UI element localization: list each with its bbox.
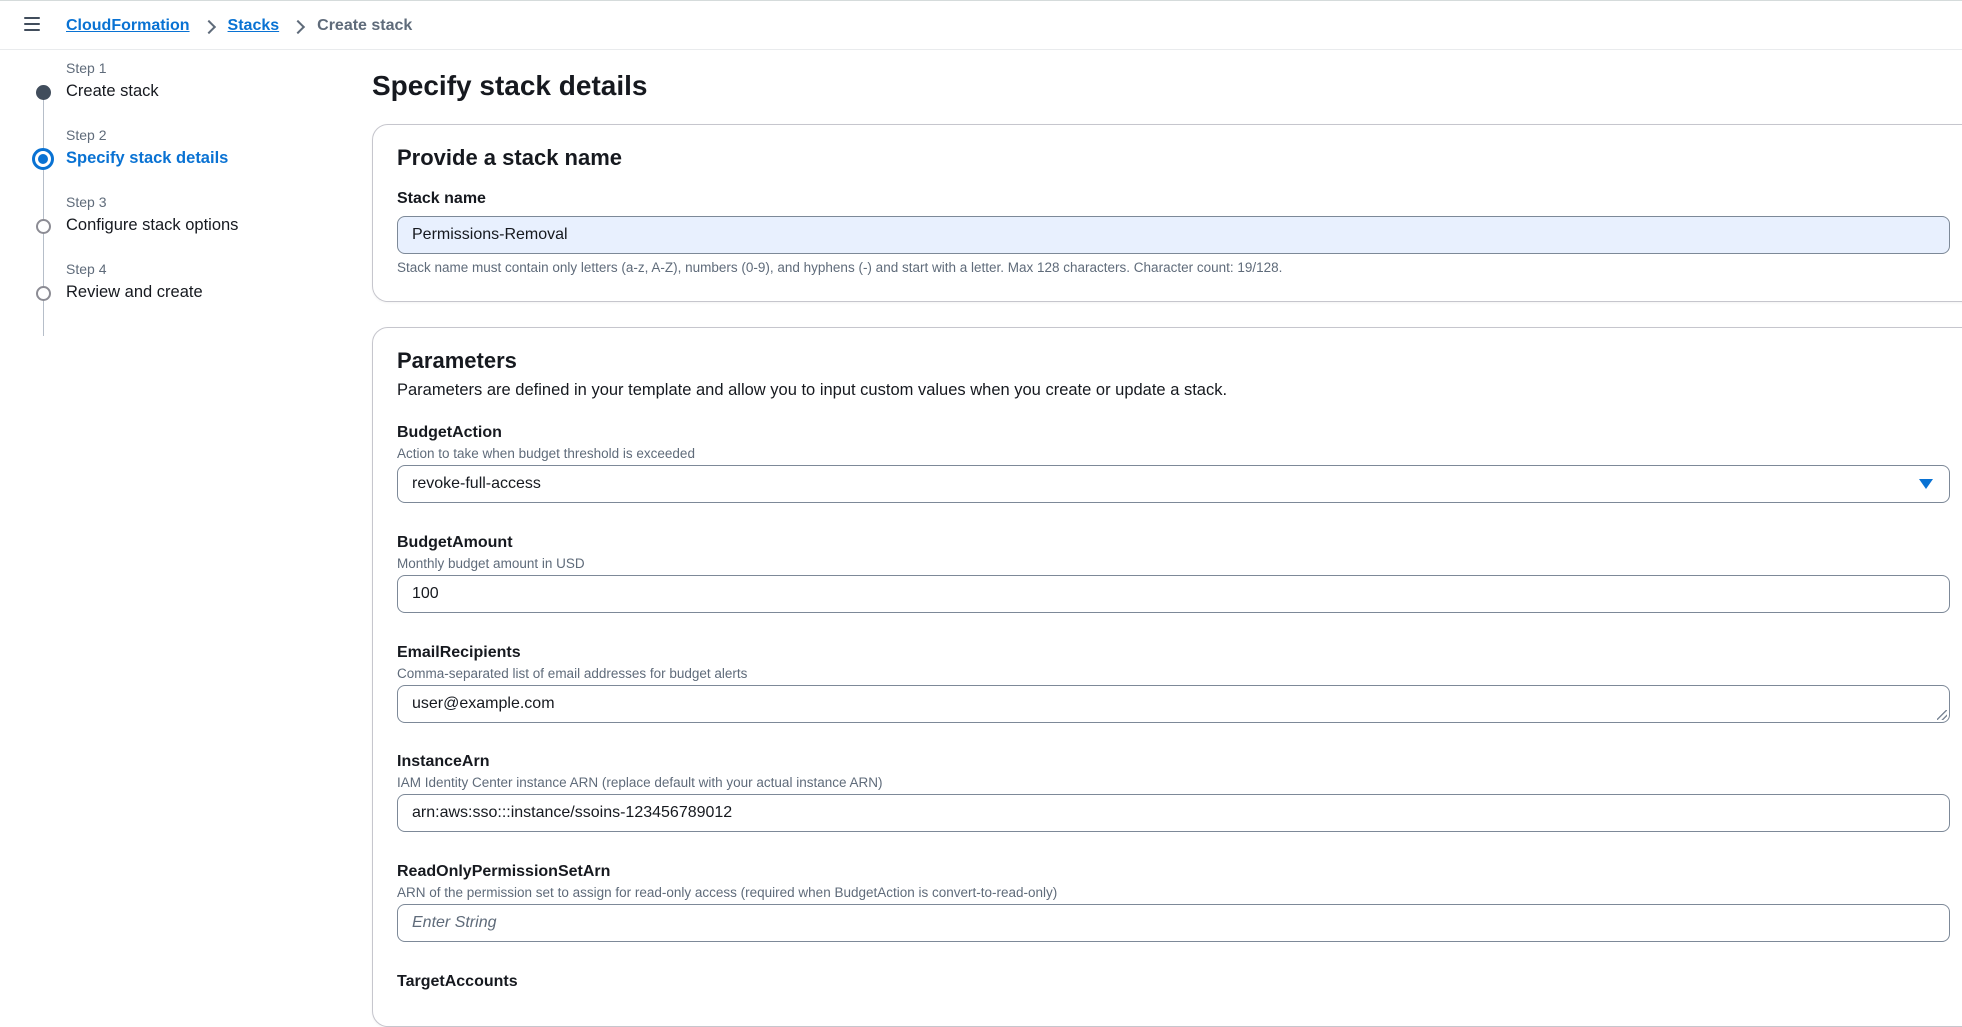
hamburger-menu-icon[interactable] — [22, 16, 44, 34]
step-complete-indicator — [36, 85, 51, 100]
email-recipients-description: Comma-separated list of email addresses … — [397, 666, 748, 681]
stack-name-input[interactable]: Permissions-Removal — [397, 216, 1950, 254]
target-accounts-label: TargetAccounts — [397, 973, 518, 990]
step-number: Step 4 — [66, 261, 107, 277]
step-number: Step 1 — [66, 60, 107, 76]
caret-down-icon — [1919, 479, 1933, 489]
resize-handle-icon[interactable] — [1937, 710, 1947, 720]
parameters-description: Parameters are defined in your template … — [397, 381, 1228, 399]
wizard-steps: Step 1 Create stack Step 2 Specify stack… — [0, 50, 350, 997]
step-title-specify-stack-details: Specify stack details — [66, 149, 229, 167]
budget-action-select[interactable]: revoke-full-access — [397, 465, 1950, 503]
breadcrumb-current: Create stack — [317, 17, 413, 34]
budget-amount-description: Monthly budget amount in USD — [397, 556, 585, 571]
parameters-panel: Parameters Parameters are defined in you… — [372, 327, 1962, 1027]
breadcrumb-cloudformation-link[interactable]: CloudFormation — [66, 17, 190, 35]
step-active-indicator — [32, 148, 54, 170]
page-title: Specify stack details — [372, 70, 648, 101]
budget-action-label: BudgetAction — [397, 424, 502, 441]
breadcrumb: CloudFormation Stacks Create stack — [66, 1, 412, 51]
main-content: Specify stack details Provide a stack na… — [372, 50, 1962, 1027]
breadcrumb-stacks-link[interactable]: Stacks — [228, 17, 280, 35]
budget-amount-input[interactable]: 100 — [397, 575, 1950, 613]
email-recipients-value: user@example.com — [412, 695, 555, 712]
stack-name-label: Stack name — [397, 190, 486, 207]
email-recipients-label: EmailRecipients — [397, 644, 521, 661]
panel-header: Provide a stack name — [397, 145, 623, 170]
instance-arn-description: IAM Identity Center instance ARN (replac… — [397, 775, 883, 790]
readonly-permission-set-arn-description: ARN of the permission set to assign for … — [397, 885, 1058, 900]
top-navigation: CloudFormation Stacks Create stack — [0, 0, 1962, 50]
readonly-permission-set-arn-label: ReadOnlyPermissionSetArn — [397, 863, 611, 880]
budget-action-description: Action to take when budget threshold is … — [397, 446, 695, 461]
step-title-configure-stack-options: Configure stack options — [66, 216, 239, 234]
step-pending-indicator — [36, 219, 51, 234]
panel-header: Parameters — [397, 348, 517, 373]
chevron-right-icon — [291, 19, 306, 34]
instance-arn-label: InstanceArn — [397, 753, 490, 770]
step-connector — [43, 228, 44, 336]
step-title-create-stack[interactable]: Create stack — [66, 82, 159, 101]
budget-amount-label: BudgetAmount — [397, 534, 513, 551]
step-title-review-and-create: Review and create — [66, 283, 203, 301]
stack-name-panel: Provide a stack name Stack name Permissi… — [372, 124, 1962, 302]
stack-name-hint: Stack name must contain only letters (a-… — [397, 260, 1283, 275]
instance-arn-input[interactable]: arn:aws:sso:::instance/ssoins-1234567890… — [397, 794, 1950, 832]
budget-action-value: revoke-full-access — [412, 475, 541, 492]
readonly-permission-set-arn-input[interactable]: Enter String — [397, 904, 1950, 942]
chevron-right-icon — [201, 19, 216, 34]
step-pending-indicator — [36, 286, 51, 301]
step-number: Step 2 — [66, 127, 107, 143]
email-recipients-textarea[interactable]: user@example.com — [397, 685, 1950, 723]
step-number: Step 3 — [66, 194, 107, 210]
